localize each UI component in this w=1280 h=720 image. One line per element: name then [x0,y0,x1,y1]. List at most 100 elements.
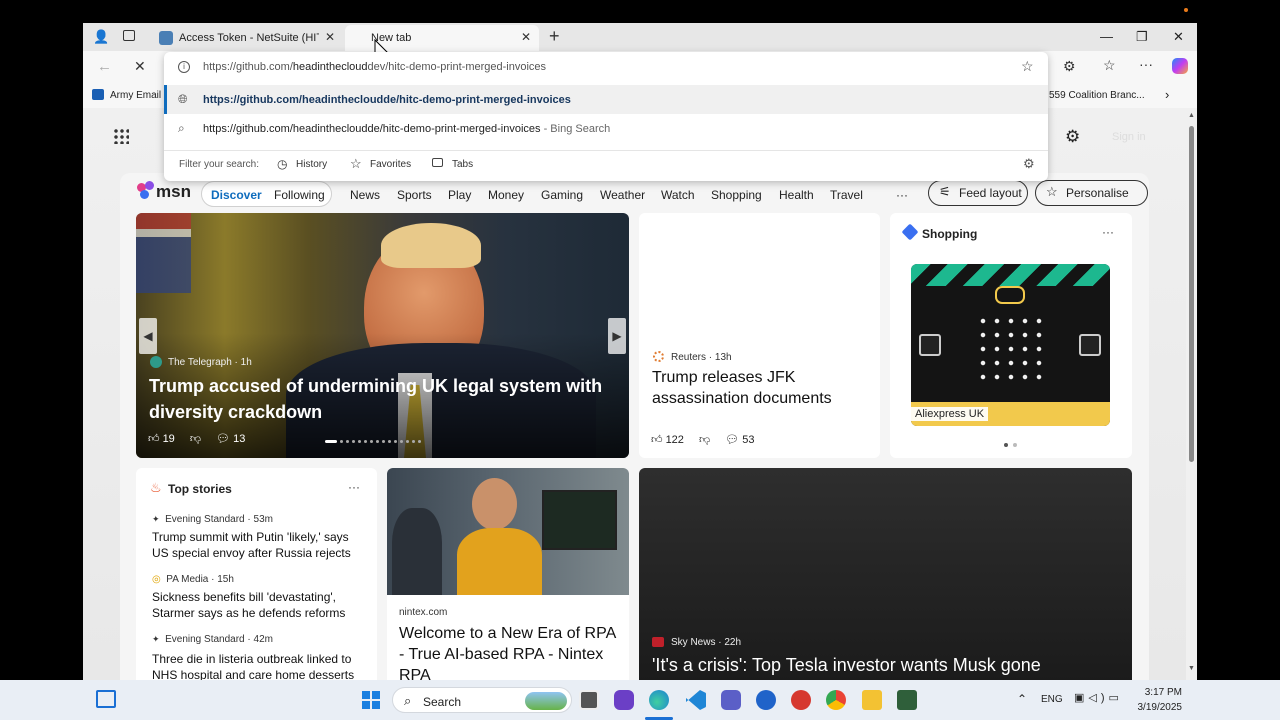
maximize-icon[interactable]: ❐ [1136,29,1148,45]
nav-play[interactable]: Play [448,188,471,202]
teams-chat-icon[interactable] [614,690,634,710]
extensions-icon[interactable]: ⚙ [1063,58,1076,75]
favorite-army-email[interactable]: Army Email [110,90,161,101]
shopping-card[interactable]: Shopping ··· Aliexpress UK [890,213,1132,458]
nav-watch[interactable]: Watch [661,188,695,202]
feed-layout-label: Feed layout [959,186,1022,200]
reuters-headline[interactable]: Trump releases JFK assassination documen… [652,367,872,409]
feed-layout-button[interactable]: ⚟ Feed layout [928,180,1028,206]
page-settings-icon[interactable]: ⚙ [1065,127,1080,147]
skynews-card[interactable]: Sky News · 22h 'It's a crisis': Top Tesl… [639,468,1132,680]
dislike-icon[interactable]: 👎︎ [699,434,710,446]
reuters-card[interactable]: Reuters · 13h Trump releases JFK assassi… [639,213,880,458]
chrome-icon[interactable] [826,690,846,710]
like-icon[interactable]: 👍︎ [651,434,663,446]
shopping-title: Shopping [922,227,978,241]
nav-news[interactable]: News [350,188,380,202]
window-close-icon[interactable]: ✕ [1173,29,1184,45]
hero-next-icon[interactable]: ▶ [608,318,626,354]
office-photo [387,468,629,595]
copilot-icon[interactable] [1172,58,1188,74]
scroll-up-icon[interactable]: ▲ [1188,112,1195,119]
story-headline[interactable]: Trump summit with Putin 'likely,' says U… [152,529,367,561]
new-tab-icon[interactable]: + [549,26,560,47]
filter-history[interactable]: History [296,159,327,170]
favorite-star-icon[interactable]: ☆ [1021,58,1034,75]
system-tray-icons[interactable]: ▣◁)▭ [1074,691,1123,704]
clock-date[interactable]: 3/19/2025 [1132,702,1183,713]
favorite-coalition-branch[interactable]: 559 Coalition Branc... [1049,90,1145,101]
story-headline[interactable]: Three die in listeria outbreak linked to… [152,651,367,680]
close-tab-icon[interactable]: ✕ [325,30,335,44]
msn-logo[interactable]: msn [156,182,191,202]
filter-tabs[interactable]: Tabs [452,159,473,170]
address-input[interactable]: i https://github.com/headintheclouddev/h… [164,52,1048,81]
chevron-right-icon[interactable]: › [1165,87,1169,102]
suggestion-bing-search[interactable]: ⌕ https://github.com/headinthecloudde/hi… [164,114,1048,143]
story-headline[interactable]: Sickness benefits bill 'devastating', St… [152,589,367,621]
clock-time[interactable]: 3:17 PM [1140,687,1182,698]
list-item: ✦ Evening Standard · 42m [152,634,273,645]
task-view-icon[interactable] [579,690,599,710]
stop-loading-icon[interactable]: ✕ [134,58,146,75]
more-menu-icon[interactable]: ··· [1139,56,1153,72]
nav-weather[interactable]: Weather [600,188,645,202]
shopping-more-icon[interactable]: ··· [1102,225,1114,239]
file-explorer-icon[interactable] [862,690,882,710]
site-info-icon[interactable]: i [178,60,190,73]
taskbar-search-input[interactable]: ⌕ Search [392,687,572,713]
ad-source: nintex.com [399,607,448,618]
maps-pin-icon[interactable] [756,690,776,710]
vscode-icon[interactable] [686,690,706,710]
nav-sports[interactable]: Sports [397,188,432,202]
comment-icon[interactable]: 💬︎ [725,434,739,446]
sign-in-link[interactable]: Sign in [1112,131,1146,143]
nav-shopping[interactable]: Shopping [711,188,762,202]
nav-discover[interactable]: Discover [211,188,262,202]
profile-icon[interactable]: 👤 [93,29,109,45]
taskbar: ⌕ Search ⌃ ENG ▣◁)▭ 3:17 PM 3/19/2025 [0,680,1280,720]
terminal-app-icon[interactable] [897,690,917,710]
like-icon[interactable]: 👍︎ [148,433,160,445]
back-icon[interactable]: ← [97,58,112,75]
comment-icon[interactable]: 💬︎ [216,433,230,445]
nav-following[interactable]: Following [274,188,325,202]
nav-health[interactable]: Health [779,188,814,202]
language-indicator[interactable]: ENG [1041,694,1063,705]
widgets-icon[interactable] [96,690,116,708]
hero-headline[interactable]: Trump accused of undermining UK legal sy… [149,373,619,425]
personalise-button[interactable]: ☆ Personalise [1035,180,1148,206]
red-app-icon[interactable] [791,690,811,710]
nav-money[interactable]: Money [488,188,524,202]
list-item: ✦ Evening Standard · 53m [152,514,273,525]
nav-gaming[interactable]: Gaming [541,188,583,202]
skynews-headline[interactable]: 'It's a crisis': Top Tesla investor want… [652,653,1122,677]
suggestion-url[interactable]: 🌐︎ https://github.com/headinthecloudde/h… [164,85,1048,114]
favorites-icon[interactable]: ☆ [1103,57,1116,74]
hero-card[interactable]: ◀ ▶ The Telegraph · 1h Trump accused of … [136,213,629,458]
filter-favorites[interactable]: Favorites [370,159,411,170]
nintex-ad-card[interactable]: nintex.com Welcome to a New Era of RPA -… [387,468,629,680]
tab-access-token[interactable]: Access Token - NetSuite (HITC - D ✕ [153,25,343,51]
nav-more-icon[interactable]: ··· [896,188,908,202]
microbit-product-image[interactable] [911,264,1110,426]
settings-gear-icon[interactable]: ⚙ [1023,156,1035,172]
show-hidden-icons-icon[interactable]: ⌃ [1017,692,1027,706]
minimize-icon[interactable]: — [1100,29,1113,44]
app-launcher-icon[interactable] [113,128,129,144]
skynews-logo-icon [652,637,664,647]
url-tail: dev/hitc-demo-print-merged-invoices [367,60,547,73]
start-icon[interactable] [362,691,380,709]
edge-icon[interactable] [649,690,669,710]
ad-headline[interactable]: Welcome to a New Era of RPA - True AI-ba… [399,623,619,680]
top-stories-more-icon[interactable]: ··· [348,480,360,494]
dislike-icon[interactable]: 👎︎ [190,433,201,445]
page-scrollbar[interactable]: ▲ ▼ [1186,108,1197,680]
teams-icon[interactable] [721,690,741,710]
scroll-down-icon[interactable]: ▼ [1188,665,1195,672]
nav-travel[interactable]: Travel [830,188,863,202]
close-tab-icon[interactable]: ✕ [521,30,531,44]
tab-actions-icon[interactable] [123,30,135,41]
scrollbar-thumb[interactable] [1189,126,1194,462]
hero-prev-icon[interactable]: ◀ [139,318,157,354]
